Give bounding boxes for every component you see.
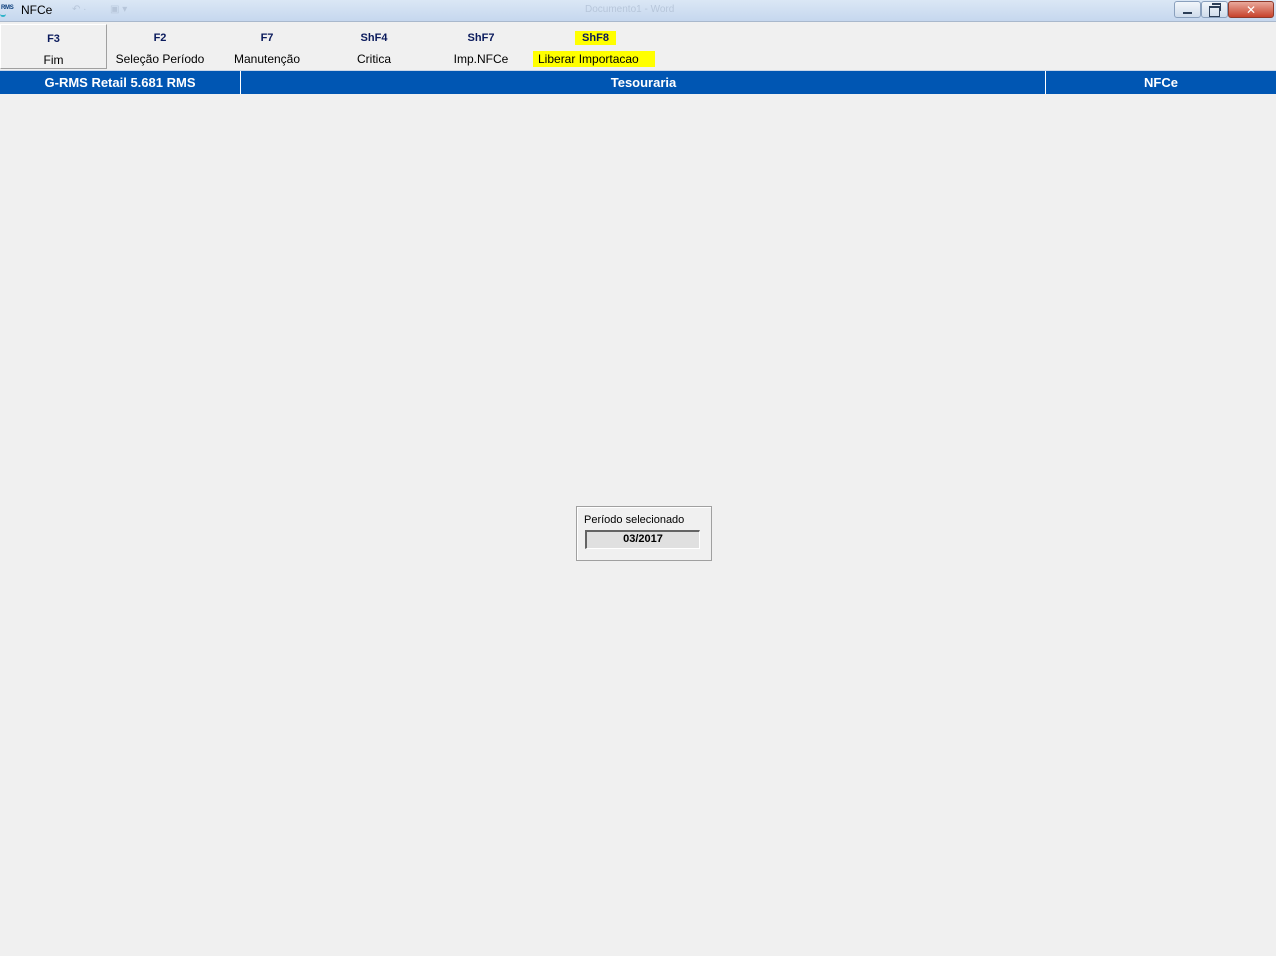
rms-logo-icon: RMS: [0, 5, 18, 17]
restore-icon: [1209, 3, 1221, 17]
f7-manutencao-button[interactable]: F7 Manutenção: [213, 24, 321, 69]
key-label: ShF7: [467, 32, 495, 44]
window-title-bar[interactable]: RMS NFCe ↶ · ▣ ▾ Documento1 - Word ✕: [0, 0, 1276, 22]
action-label: Critica: [356, 52, 391, 66]
f3-fim-button[interactable]: F3 Fim: [0, 24, 107, 69]
action-label: Imp.NFCe: [453, 52, 509, 66]
shf7-imp-nfce-button[interactable]: ShF7 Imp.NFCe: [427, 24, 535, 69]
period-label: Período selecionado: [584, 514, 685, 526]
background-window-title: Documento1 - Word: [585, 4, 675, 15]
system-name: G-RMS Retail 5.681 RMS: [44, 75, 196, 90]
close-button[interactable]: ✕: [1228, 1, 1274, 18]
key-label: ShF8: [575, 31, 616, 45]
shf4-critica-button[interactable]: ShF4 Critica: [321, 24, 427, 69]
program-name: NFCe: [1045, 71, 1276, 94]
minimize-button[interactable]: [1174, 1, 1201, 18]
key-label: F3: [47, 33, 60, 45]
quick-access-print-icon: ▣ ▾: [110, 4, 128, 15]
f2-selecao-periodo-button[interactable]: F2 Seleção Período: [107, 24, 213, 69]
key-label: ShF4: [360, 32, 388, 44]
quick-access-undo-icon: ↶ ·: [72, 4, 87, 15]
key-label: F2: [153, 32, 167, 44]
key-label: F7: [260, 32, 274, 44]
action-label: Fim: [43, 53, 64, 67]
close-icon: ✕: [1245, 2, 1257, 17]
module-name: Tesouraria: [240, 71, 1046, 94]
action-label: Manutenção: [233, 52, 301, 66]
header-band: G-RMS Retail 5.681 RMS Tesouraria NFCe: [0, 70, 1276, 94]
period-value-field: 03/2017: [585, 530, 700, 549]
function-key-toolbar: F3 Fim F2 Seleção Período F7 Manutenção …: [0, 22, 1276, 70]
action-label: Seleção Período: [115, 52, 205, 66]
period-panel: Período selecionado 03/2017: [576, 506, 712, 561]
restore-button[interactable]: [1201, 1, 1228, 18]
minimize-icon: [1183, 11, 1192, 14]
window-title: NFCe: [21, 3, 53, 17]
shf8-liberar-importacao-button[interactable]: ShF8 Liberar Importacao: [533, 24, 658, 69]
action-label: Liberar Importacao: [533, 51, 655, 67]
